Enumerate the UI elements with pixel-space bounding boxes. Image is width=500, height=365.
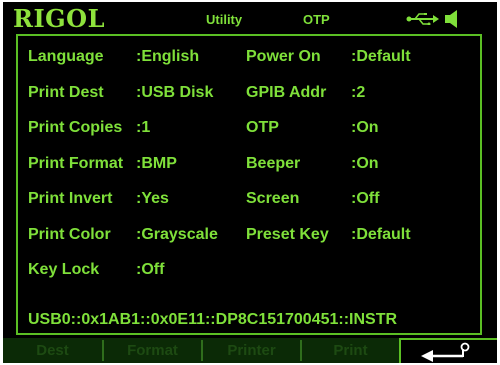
setting-label: Screen <box>246 190 300 207</box>
setting-row: Beeper :On <box>246 155 476 175</box>
softkey-printer[interactable]: Printer <box>203 338 300 363</box>
setting-label: Print Color <box>28 225 111 243</box>
return-arrow-icon <box>421 342 470 362</box>
setting-row: Language :English <box>28 48 258 68</box>
setting-row: Power On :Default <box>246 48 476 68</box>
setting-value: :1 <box>136 119 151 136</box>
mode-label: Utility <box>206 12 243 27</box>
setting-row: Print Copies :1 <box>28 119 258 139</box>
submode-label: OTP <box>303 12 330 27</box>
setting-value: :Default <box>351 225 411 243</box>
setting-value: :2 <box>351 83 366 101</box>
setting-value: :USB Disk <box>136 83 214 101</box>
speaker-icon <box>445 10 457 28</box>
setting-value: :On <box>351 154 379 172</box>
setting-label: GPIB Addr <box>246 83 327 101</box>
softkey-print[interactable]: Print <box>302 338 399 363</box>
setting-row: OTP :On <box>246 119 476 139</box>
softkey-dest[interactable]: Dest <box>3 338 102 363</box>
instrument-screen: RIGOL Utility OTP Language :English Print … <box>3 2 497 363</box>
setting-label: Print Copies <box>28 119 123 136</box>
setting-label: Preset Key <box>246 225 329 243</box>
setting-value: :Off <box>351 190 380 207</box>
softkey-bar: Dest Format Printer Print <box>3 338 497 363</box>
setting-row: Print Dest :USB Disk <box>28 84 258 104</box>
setting-label: Language <box>28 48 104 65</box>
setting-row: Key Lock :Off <box>28 261 258 281</box>
setting-row: Print Format :BMP <box>28 155 258 175</box>
setting-label: Power On <box>246 48 321 65</box>
softkey-format[interactable]: Format <box>104 338 201 363</box>
setting-value: :Yes <box>136 190 169 207</box>
setting-value: :BMP <box>136 154 177 172</box>
setting-label: Beeper <box>246 154 301 172</box>
setting-row: Screen :Off <box>246 190 476 210</box>
setting-row: Print Color :Grayscale <box>28 226 258 246</box>
setting-row: GPIB Addr :2 <box>246 84 476 104</box>
setting-label: OTP <box>246 119 279 136</box>
setting-label: Print Invert <box>28 190 113 207</box>
setting-label: Print Dest <box>28 83 104 101</box>
softkey-return[interactable] <box>399 338 497 363</box>
setting-value: :Grayscale <box>136 225 218 243</box>
setting-value: :Default <box>351 48 411 65</box>
status-bar: RIGOL Utility OTP <box>3 2 497 33</box>
setting-label: Key Lock <box>28 261 100 278</box>
setting-value: :Off <box>136 261 165 278</box>
brand-logo: RIGOL <box>13 4 105 33</box>
visa-resource-string: USB0::0x1AB1::0x0E11::DP8C151700451::INS… <box>28 311 398 328</box>
setting-row: Print Invert :Yes <box>28 190 258 210</box>
setting-value: :English <box>136 48 200 65</box>
setting-value: :On <box>351 119 379 136</box>
setting-row: Preset Key :Default <box>246 226 476 246</box>
utility-settings-panel: Language:English Print Dest:USB Disk Print… <box>16 34 482 335</box>
setting-label: Print Format <box>28 154 124 172</box>
usb-icon <box>406 13 439 25</box>
